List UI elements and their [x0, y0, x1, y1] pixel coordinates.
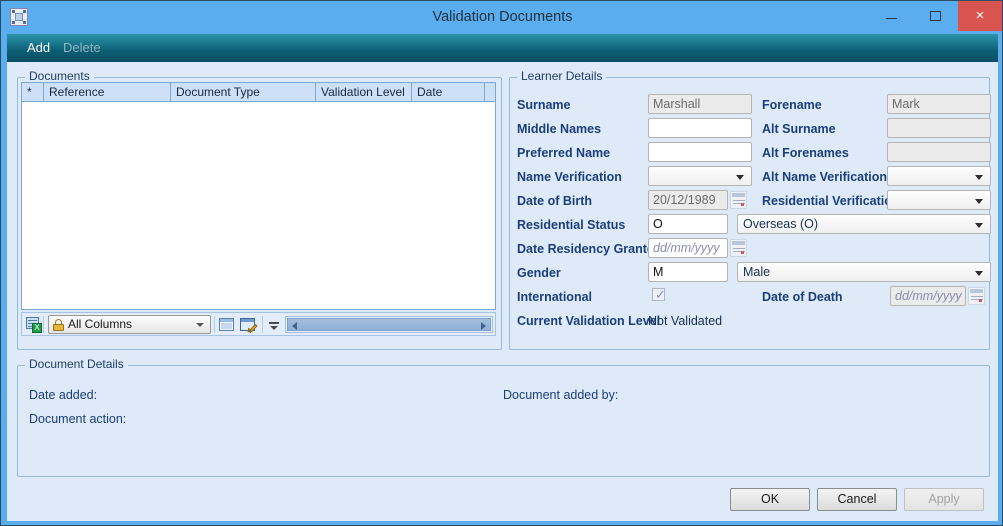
validation-documents-window: Validation Documents × Add Delete Docume… [0, 0, 1003, 526]
name-verification-dropdown[interactable] [648, 166, 752, 186]
document-details-frame [17, 365, 990, 477]
ok-button[interactable]: OK [730, 488, 810, 511]
alt-surname-label: Alt Surname [762, 122, 836, 136]
maximize-icon [930, 11, 941, 21]
forename-field[interactable]: Mark [887, 94, 991, 114]
scroll-left-arrow-icon[interactable] [292, 322, 297, 330]
action-bar: Add Delete [7, 34, 998, 63]
column-header-selector[interactable]: * [22, 83, 44, 101]
middle-names-label: Middle Names [517, 122, 602, 136]
learner-details-group: Learner Details Surname Marshall Forenam… [509, 69, 991, 350]
date-of-birth-field[interactable]: 20/12/1989 [648, 190, 728, 210]
alt-name-verification-dropdown[interactable] [887, 166, 991, 186]
edit-grid-layout-icon[interactable] [240, 316, 258, 335]
residential-status-code-field[interactable]: O [648, 214, 728, 234]
splitter-handle-icon[interactable] [268, 318, 280, 332]
chevron-down-icon [736, 175, 744, 180]
alt-forenames-field[interactable] [887, 142, 991, 162]
column-header-validation-level[interactable]: Validation Level [316, 83, 412, 101]
column-filter-value: All Columns [68, 317, 133, 331]
residential-verification-label: Residential Verification [762, 194, 900, 208]
residential-status-value: Overseas (O) [743, 217, 819, 231]
column-filter-dropdown[interactable]: All Columns [48, 315, 211, 334]
document-action-label: Document action: [29, 412, 127, 426]
documents-group: Documents * Reference Document Type Vali… [17, 69, 502, 350]
middle-names-field[interactable] [648, 118, 752, 138]
excel-mark: X [32, 323, 42, 333]
date-of-death-field[interactable]: dd/mm/yyyy [890, 286, 966, 306]
international-checkbox[interactable]: ✓ [652, 287, 666, 302]
documents-horizontal-scrollbar[interactable] [285, 316, 493, 333]
documents-grid-header: * Reference Document Type Validation Lev… [22, 83, 495, 102]
alt-forenames-label: Alt Forenames [762, 146, 849, 160]
add-button[interactable]: Add [19, 34, 58, 62]
document-details-group: Document Details Date added: Document ad… [17, 357, 990, 477]
date-of-death-label: Date of Death [762, 290, 843, 304]
current-validation-level-value: Not Validated [648, 314, 723, 328]
minimize-button[interactable] [869, 1, 914, 31]
column-header-filler [485, 83, 495, 101]
toolbar-separator [43, 316, 44, 333]
grid-layout-icon[interactable] [218, 316, 236, 334]
chevron-down-icon [975, 175, 983, 180]
scroll-right-arrow-icon[interactable] [481, 322, 486, 330]
learner-details-legend: Learner Details [517, 69, 607, 83]
date-of-birth-calendar-icon[interactable] [730, 191, 747, 209]
chevron-down-icon [975, 223, 983, 228]
toolbar-separator [214, 316, 215, 333]
current-validation-level-label: Current Validation Level [517, 314, 661, 328]
preferred-name-field[interactable] [648, 142, 752, 162]
apply-button[interactable]: Apply [904, 488, 984, 511]
residential-verification-dropdown[interactable] [887, 190, 991, 210]
column-header-date[interactable]: Date [412, 83, 485, 101]
documents-grid-body[interactable] [22, 102, 495, 309]
surname-label: Surname [517, 98, 571, 112]
scrollbar-thumb[interactable] [287, 318, 491, 331]
checkmark-icon: ✓ [655, 287, 666, 302]
date-residency-calendar-icon[interactable] [730, 239, 747, 257]
date-residency-granted-label: Date Residency Granted [517, 242, 662, 256]
residential-status-dropdown[interactable]: Overseas (O) [737, 214, 991, 234]
gender-code-field[interactable]: M [648, 262, 728, 282]
delete-button[interactable]: Delete [55, 34, 109, 62]
chevron-down-icon [975, 271, 983, 276]
date-of-death-calendar-icon[interactable] [968, 287, 985, 305]
chevron-down-icon [975, 199, 983, 204]
close-button[interactable]: × [958, 1, 1002, 31]
date-of-birth-label: Date of Birth [517, 194, 592, 208]
documents-grid[interactable]: * Reference Document Type Validation Lev… [21, 82, 496, 310]
surname-field[interactable]: Marshall [648, 94, 752, 114]
gender-value: Male [743, 265, 771, 279]
name-verification-label: Name Verification [517, 170, 622, 184]
chevron-down-icon [196, 323, 204, 327]
document-added-by-label: Document added by: [503, 388, 619, 402]
cancel-button[interactable]: Cancel [817, 488, 897, 511]
close-icon: × [975, 7, 985, 24]
forename-label: Forename [762, 98, 822, 112]
gender-dropdown[interactable]: Male [737, 262, 991, 282]
gender-label: Gender [517, 266, 561, 280]
dialog-content: Documents * Reference Document Type Vali… [7, 62, 998, 521]
column-header-reference[interactable]: Reference [44, 83, 171, 101]
date-residency-granted-field[interactable]: dd/mm/yyyy [648, 238, 728, 258]
alt-name-verification-label: Alt Name Verification [762, 170, 888, 184]
export-to-excel-icon[interactable]: X [25, 316, 43, 334]
window-title: Validation Documents [432, 9, 573, 25]
column-header-document-type[interactable]: Document Type [171, 83, 316, 101]
international-label: International [517, 290, 593, 304]
date-added-label: Date added: [29, 388, 98, 402]
title-bar: Validation Documents × [1, 1, 1002, 33]
residential-status-label: Residential Status [517, 218, 626, 232]
minimize-icon [886, 18, 897, 19]
toolbar-separator [262, 316, 263, 333]
lock-icon [53, 319, 64, 331]
alt-surname-field[interactable] [887, 118, 991, 138]
maximize-button[interactable] [913, 1, 958, 31]
documents-grid-toolbar: X All Columns [21, 312, 496, 336]
document-details-legend: Document Details [25, 357, 128, 371]
preferred-name-label: Preferred Name [517, 146, 611, 160]
documents-legend: Documents [25, 69, 94, 83]
